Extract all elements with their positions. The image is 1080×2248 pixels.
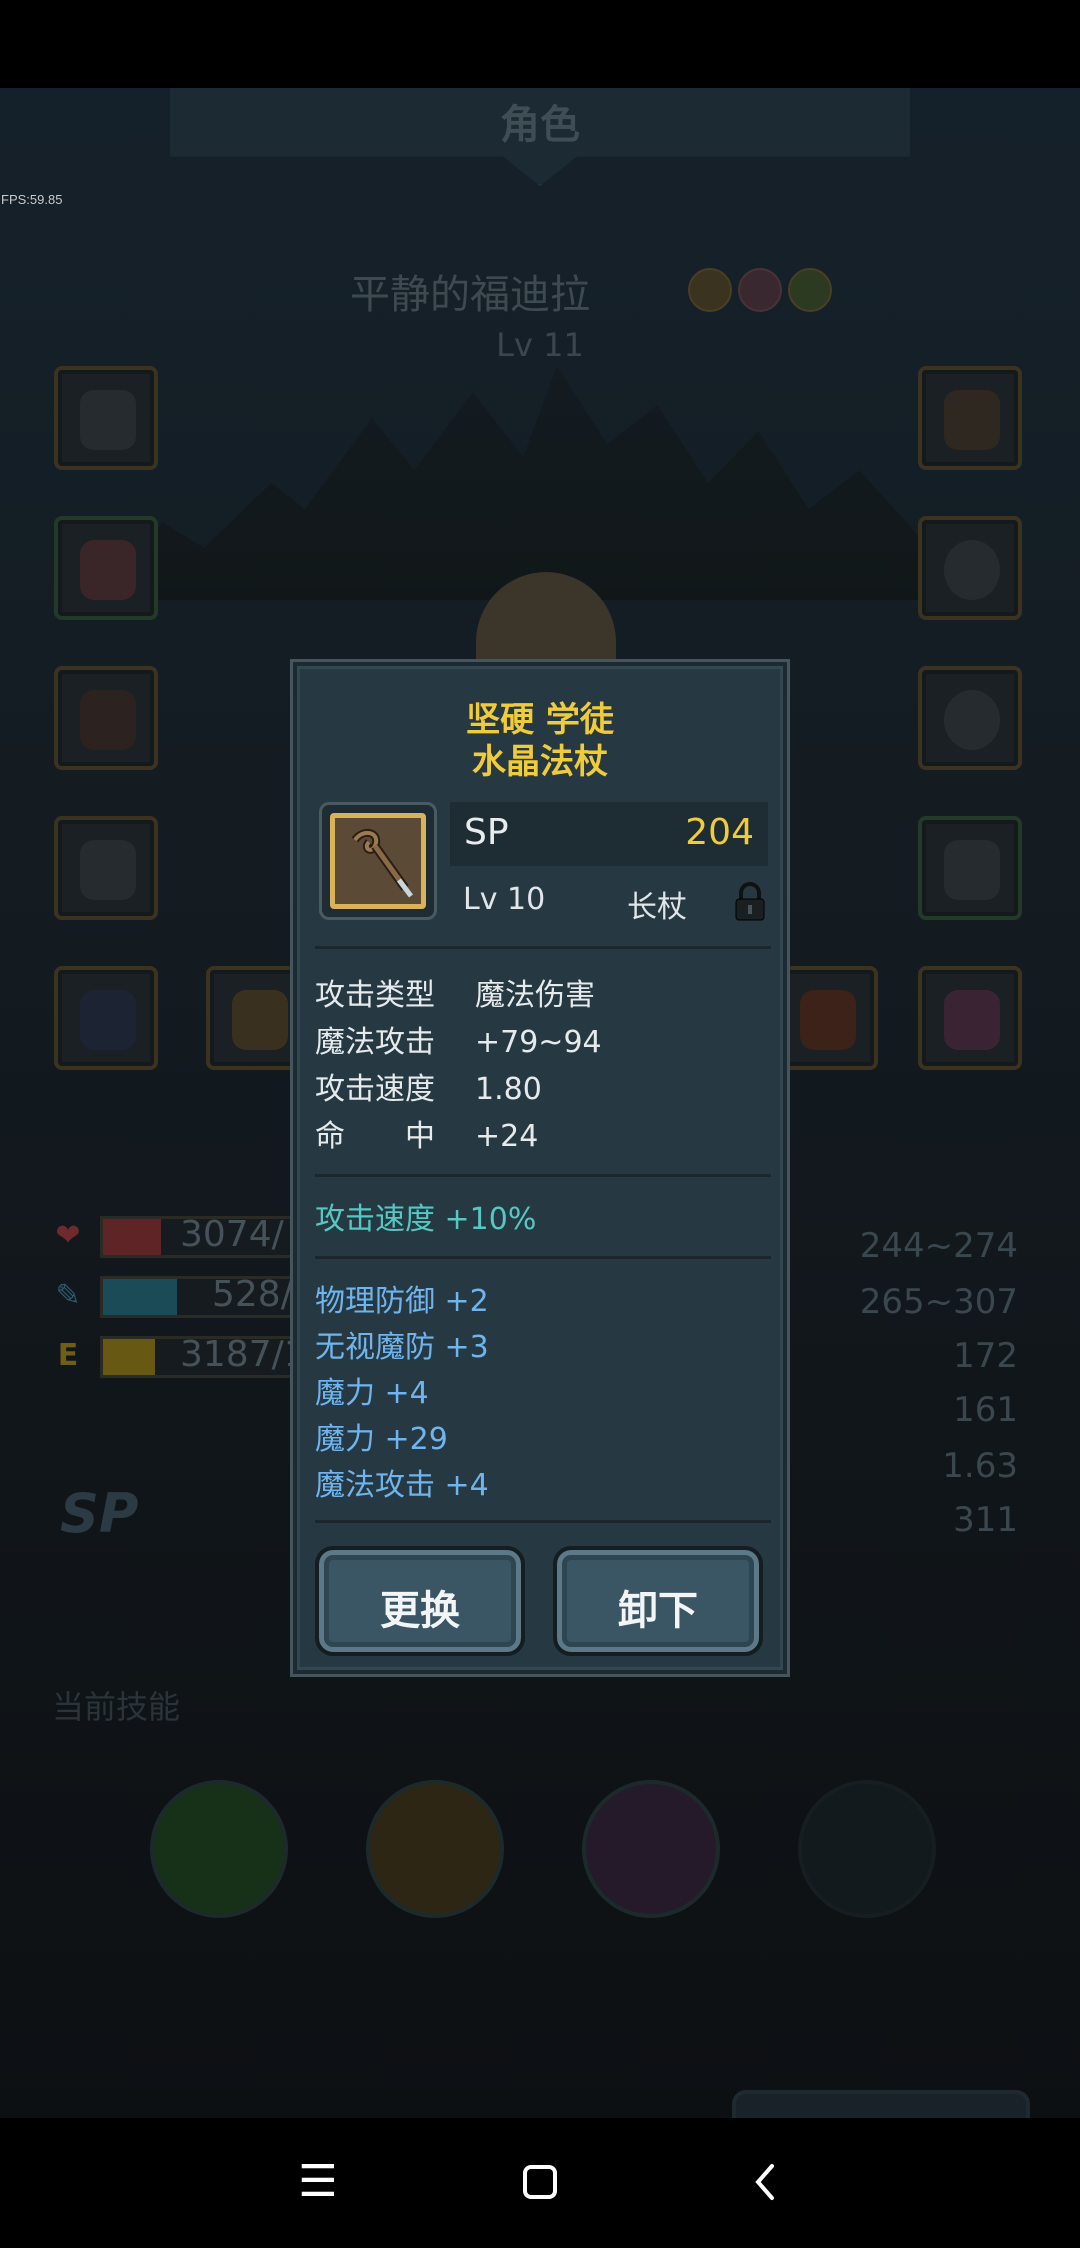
stat-value: 311 [953, 1500, 1018, 1540]
stat-row: 命 中 +24 [315, 1119, 539, 1154]
stat-value: 1.63 [942, 1446, 1018, 1486]
equip-slot-ring[interactable] [918, 516, 1022, 620]
equip-slot-boots[interactable] [54, 666, 158, 770]
status-bar [0, 0, 1080, 88]
skill-slot-2[interactable] [366, 1780, 504, 1918]
exp-value: 3187/1 [180, 1334, 307, 1375]
equip-slot-hood[interactable] [54, 366, 158, 470]
skills-label: 当前技能 [52, 1688, 181, 1726]
stat-value: 161 [953, 1390, 1018, 1430]
hero-name: 平静的福迪拉 [350, 272, 590, 318]
lock-icon[interactable] [733, 882, 767, 922]
item-detail-popup: 坚硬 学徒 水晶法杖 SP 204 Lv 10 长杖 攻击类型 魔法伤害 魔法攻击… [293, 662, 787, 1674]
bonus-stat: 物理防御 +2 [315, 1284, 489, 1319]
bonus-stat: 魔力 +4 [315, 1376, 429, 1411]
divider [315, 946, 771, 949]
bonus-stat: 魔法攻击 +4 [315, 1468, 489, 1503]
item-level: Lv 10 [463, 882, 546, 917]
stat-value: 244~274 [859, 1226, 1018, 1266]
sp-label: SP [60, 1482, 139, 1545]
replace-button[interactable]: 更换 [315, 1546, 525, 1656]
equip-slot-gloves[interactable] [54, 816, 158, 920]
sp-box: SP 204 [450, 802, 768, 866]
divider [315, 1256, 771, 1259]
home-icon[interactable] [508, 2150, 572, 2214]
stat-row: 魔法攻击 +79~94 [315, 1025, 602, 1060]
stat-row: 攻击类型 魔法伤害 [315, 978, 595, 1013]
mana-icon: ✎ [55, 1278, 81, 1313]
bonus-stat: 魔力 +29 [315, 1422, 448, 1457]
equip-slot-weapon[interactable] [918, 366, 1022, 470]
special-stat: 攻击速度 +10% [315, 1202, 537, 1237]
equip-slot-cloak[interactable] [54, 966, 158, 1070]
equip-slot-armor[interactable] [54, 516, 158, 620]
staff-icon [319, 802, 437, 920]
sp-name: SP [464, 812, 509, 853]
back-icon[interactable] [734, 2150, 798, 2214]
equip-slot-shield[interactable] [774, 966, 878, 1070]
divider [315, 1520, 771, 1523]
hero-level: Lv 11 [496, 326, 584, 364]
sp-value: 204 [685, 812, 754, 853]
item-name-title: 水晶法杖 [472, 742, 608, 782]
medal-icon [788, 268, 832, 312]
skill-slot-3[interactable] [582, 1780, 720, 1918]
heart-icon: ❤ [55, 1218, 81, 1253]
equip-slot-ring-2[interactable] [918, 666, 1022, 770]
item-type: 长杖 [627, 890, 687, 925]
skill-slot-1[interactable] [150, 1780, 288, 1918]
energy-icon: E [57, 1338, 79, 1373]
unequip-button[interactable]: 卸下 [553, 1546, 763, 1656]
divider [315, 1174, 771, 1177]
stat-value: 172 [953, 1336, 1018, 1376]
medal-icon [738, 268, 782, 312]
mp-value: 528/ [212, 1274, 293, 1315]
hp-value: 3074/ [180, 1214, 284, 1255]
equip-slot-necklace[interactable] [918, 816, 1022, 920]
stat-value: 265~307 [859, 1282, 1018, 1322]
medal-icon [688, 268, 732, 312]
stat-row: 攻击速度 1.80 [315, 1072, 542, 1107]
fps-counter: FPS:59.85 [1, 192, 63, 207]
page-title: 角色 [500, 102, 580, 148]
equip-slot-amulet[interactable] [918, 966, 1022, 1070]
skill-slot-4[interactable] [798, 1780, 936, 1918]
bonus-stat: 无视魔防 +3 [315, 1330, 489, 1365]
menu-icon[interactable]: ☰ [286, 2150, 350, 2214]
